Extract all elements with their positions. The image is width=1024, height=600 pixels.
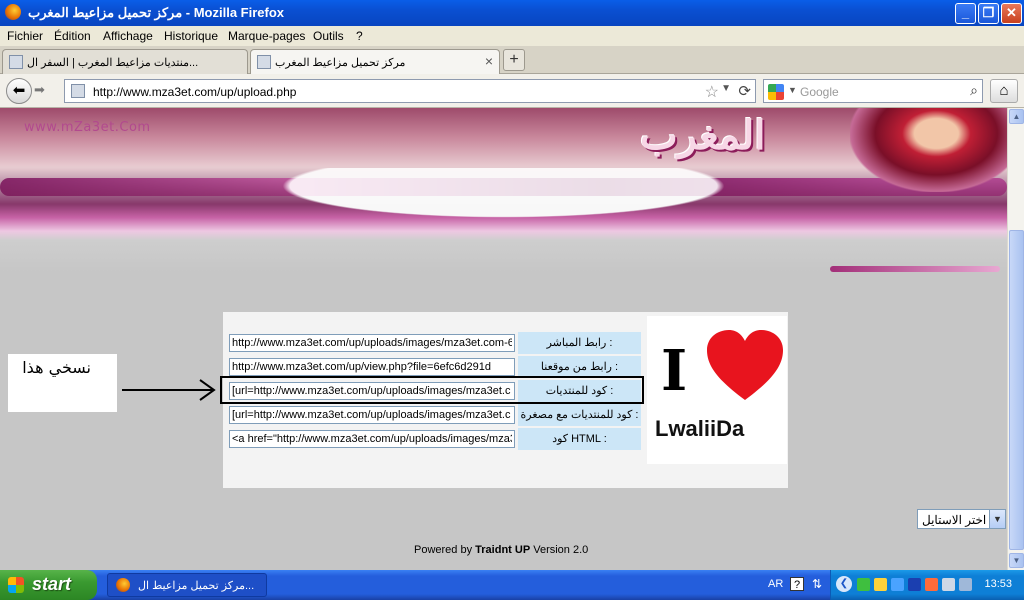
system-tray: ❮ 13:53	[830, 570, 1024, 600]
style-select-value: اختر الاستايل	[922, 513, 987, 527]
banner-pink-line	[830, 266, 1000, 272]
address-bar[interactable]: http://www.mza3et.com/up/upload.php ☆ ▼ …	[64, 79, 756, 103]
arrow-right-icon	[122, 379, 216, 401]
url-text[interactable]: http://www.mza3et.com/up/upload.php	[93, 85, 296, 99]
menu-bar: Fichier Édition Affichage Historique Mar…	[0, 26, 1024, 46]
clock[interactable]: 13:53	[984, 578, 1012, 590]
search-icon[interactable]: ⌕	[970, 82, 978, 99]
forward-button[interactable]: ➡	[34, 82, 45, 98]
home-button[interactable]: ⌂	[990, 79, 1018, 103]
powered-by-footer: Powered by Traidnt UP Version 2.0	[414, 544, 588, 556]
window-title: مركز تحميل مزاعيط المغرب - Mozilla Firef…	[28, 5, 285, 20]
menu-edition[interactable]: Édition	[54, 29, 91, 43]
minimize-button[interactable]: _	[955, 3, 976, 24]
view-link-field[interactable]	[229, 358, 515, 376]
volume-icon[interactable]	[874, 578, 887, 591]
device-icon[interactable]	[959, 578, 972, 591]
taskbar-item-firefox[interactable]: مركز تحميل مزاعيط ال...	[107, 573, 267, 597]
menu-affichage[interactable]: Affichage	[103, 29, 153, 43]
navigation-bar: ⬅ ➡ http://www.mza3et.com/up/upload.php …	[0, 74, 1024, 108]
page-content: www.mZa3et.Com المغرب رابط المباشر : راب…	[0, 108, 1007, 570]
direct-link-field[interactable]	[229, 334, 515, 352]
firefox-icon	[116, 578, 130, 592]
uploaded-image-preview[interactable]: I LwaliiDa	[647, 316, 787, 464]
scroll-thumb[interactable]	[1009, 230, 1024, 550]
banner-site-url: www.mZa3et.Com	[24, 120, 151, 135]
search-bar[interactable]: ▼ Google ⌕	[763, 79, 983, 103]
view-link-row: رابط من موقعنا :	[229, 356, 641, 378]
forum-thumb-code-field[interactable]	[229, 406, 515, 424]
taskbar: start مركز تحميل مزاعيط ال... AR ? ⇅ ❮ 1…	[0, 570, 1024, 600]
annotation-note: نسخي هذا	[8, 354, 117, 412]
tab-label: مركز تحميل مزاعيط المغرب	[275, 57, 406, 69]
bookmark-star-icon[interactable]: ☆	[705, 82, 719, 102]
close-button[interactable]: ✕	[1001, 3, 1022, 24]
menu-historique[interactable]: Historique	[164, 29, 218, 43]
forum-thumb-code-label: كود للمنتديات مع مصغرة :	[518, 404, 641, 426]
view-link-label: رابط من موقعنا :	[518, 356, 641, 378]
engine-dropdown-icon[interactable]: ▼	[788, 85, 797, 95]
bluetooth-icon[interactable]	[908, 578, 921, 591]
menu-fichier[interactable]: Fichier	[7, 29, 43, 43]
site-banner: www.mZa3et.Com المغرب	[0, 108, 1007, 273]
monitor-icon[interactable]	[942, 578, 955, 591]
history-dropdown-icon[interactable]: ▼	[721, 83, 731, 94]
page-icon	[257, 55, 271, 69]
chevron-down-icon[interactable]: ▼	[989, 510, 1005, 528]
tab-upload-center[interactable]: مركز تحميل مزاعيط المغرب ×	[250, 49, 500, 75]
highlight-box	[220, 376, 644, 404]
vertical-scrollbar[interactable]: ▲ ▼	[1007, 108, 1024, 570]
search-placeholder[interactable]: Google	[800, 85, 839, 99]
menu-outils[interactable]: Outils	[313, 29, 344, 43]
menu-marque-pages[interactable]: Marque-pages	[228, 29, 305, 43]
annotation-text: نسخي هذا	[22, 358, 91, 377]
tab-label: منتديات مزاعيط المغرب | السفر ال...	[27, 57, 199, 69]
powered-suffix: Version 2.0	[530, 544, 589, 556]
title-bar: مركز تحميل مزاعيط المغرب - Mozilla Firef…	[0, 0, 1024, 26]
page-icon	[9, 55, 23, 69]
logo-letter: I	[661, 338, 688, 404]
heart-icon	[707, 330, 783, 400]
menu-help[interactable]: ?	[356, 29, 363, 43]
google-icon[interactable]	[768, 84, 784, 100]
html-code-row: كود HTML :	[229, 428, 641, 450]
direct-link-row: رابط المباشر :	[229, 332, 641, 354]
network-icon[interactable]	[857, 578, 870, 591]
page-icon	[71, 84, 85, 98]
back-button[interactable]: ⬅	[6, 78, 32, 104]
powered-brand[interactable]: Traidnt UP	[475, 544, 530, 556]
powered-prefix: Powered by	[414, 544, 476, 556]
style-select[interactable]: اختر الاستايل ▼	[917, 509, 1006, 529]
start-label: start	[32, 574, 72, 594]
language-indicator[interactable]: AR	[768, 578, 783, 590]
heart-shape	[707, 330, 783, 400]
forum-thumb-code-row: كود للمنتديات مع مصغرة :	[229, 404, 641, 426]
html-code-label: كود HTML :	[518, 428, 641, 450]
scroll-up-button[interactable]: ▲	[1009, 109, 1024, 124]
direct-link-label: رابط المباشر :	[518, 332, 641, 354]
security-icon[interactable]	[925, 578, 938, 591]
show-hidden-icons-button[interactable]: ❮	[836, 576, 852, 592]
connection-icon[interactable]	[891, 578, 904, 591]
scroll-down-button[interactable]: ▼	[1009, 553, 1024, 568]
tab-forum[interactable]: منتديات مزاعيط المغرب | السفر ال...	[2, 49, 248, 74]
banner-woman-image	[850, 108, 1007, 192]
help-icon[interactable]: ?	[790, 577, 804, 591]
firefox-icon	[5, 4, 21, 20]
tab-close-icon[interactable]: ×	[485, 53, 493, 69]
new-tab-button[interactable]: +	[503, 49, 525, 71]
windows-flag-icon	[8, 577, 24, 593]
maximize-button[interactable]: ❐	[978, 3, 999, 24]
html-code-field[interactable]	[229, 430, 515, 448]
logo-name: LwaliiDa	[655, 416, 745, 441]
taskbar-item-label: مركز تحميل مزاعيط ال...	[138, 580, 255, 592]
banner-title: المغرب	[640, 112, 766, 159]
reload-icon[interactable]: ⟳	[738, 82, 751, 100]
start-button[interactable]: start	[0, 570, 97, 600]
language-bar-icon[interactable]: ⇅	[812, 577, 822, 591]
